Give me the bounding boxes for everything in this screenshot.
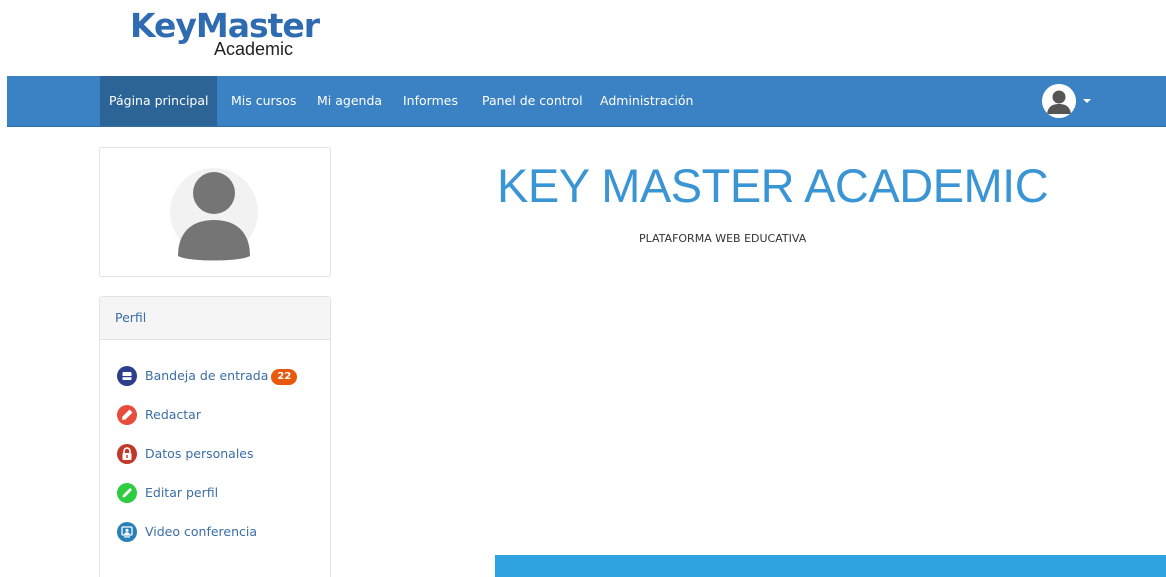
menu-item-label: Bandeja de entrada: [145, 368, 269, 383]
page-title: KEY MASTER ACADEMIC: [497, 159, 1049, 212]
page: KeyMaster Academic Página principal Mis …: [0, 0, 1166, 577]
menu-item-label: Video conferencia: [145, 524, 258, 539]
menu-item-label: Redactar: [145, 407, 201, 422]
pencil-icon: [117, 483, 137, 503]
nav-item-control-panel[interactable]: Panel de control: [482, 76, 583, 126]
default-avatar-icon: [170, 162, 258, 262]
logo-sub-text: Academic: [214, 39, 294, 59]
user-avatar-icon[interactable]: [1042, 84, 1076, 118]
nav-item-my-agenda[interactable]: Mi agenda: [317, 76, 382, 126]
menu-item-label: Datos personales: [145, 446, 254, 461]
profile-card-header: Perfil: [100, 297, 330, 340]
page-subtitle: PLATAFORMA WEB EDUCATIVA: [639, 232, 807, 245]
blue-banner: [495, 555, 1166, 577]
profile-picture-card: [99, 147, 331, 277]
inbox-icon: [117, 366, 137, 386]
profile-menu-card: Perfil Bandeja de entrada 22 Redactar Da…: [99, 296, 331, 577]
nav-item-home[interactable]: Página principal: [100, 76, 218, 126]
pen-icon: [117, 405, 137, 425]
logo[interactable]: KeyMaster Academic: [130, 8, 320, 64]
nav-item-reports[interactable]: Informes: [403, 76, 458, 126]
menu-item-label: Editar perfil: [145, 485, 219, 500]
inbox-count-badge: 22: [271, 369, 298, 385]
nav-item-administration[interactable]: Administración: [600, 76, 693, 126]
lock-icon: [117, 444, 137, 464]
top-navbar: Página principal Mis cursos Mi agenda In…: [7, 76, 1166, 127]
user-menu-caret-icon[interactable]: [1083, 99, 1091, 103]
nav-item-my-courses[interactable]: Mis cursos: [231, 76, 296, 126]
video-conference-icon: [117, 522, 137, 542]
